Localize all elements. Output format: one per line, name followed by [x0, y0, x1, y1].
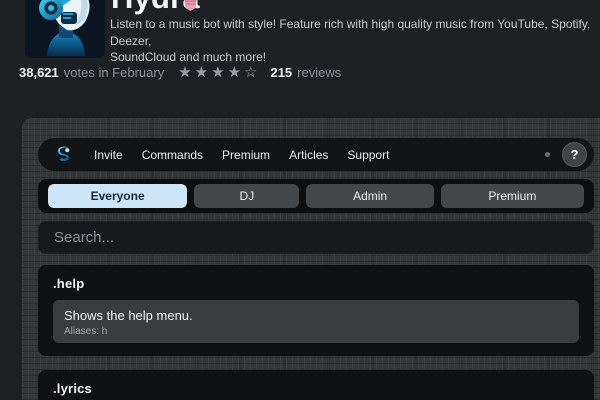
command-name: .help: [53, 276, 579, 291]
star-icon: ☆: [244, 64, 260, 81]
bot-avatar: [25, 0, 105, 58]
stats-row: 38,621 votes in February ★★★★☆ 215 revie…: [19, 62, 346, 82]
nav-item-commands[interactable]: Commands: [142, 148, 203, 162]
help-button[interactable]: ?: [562, 142, 587, 167]
reviews-count: 215: [270, 65, 292, 80]
votes-count: 38,621: [19, 65, 59, 80]
certified-badge-icon: [183, 0, 198, 11]
bot-listing-page: Hydra Listen to a music bot with style! …: [0, 0, 600, 400]
commands-panel: Invite Commands Premium Articles Support…: [22, 118, 600, 400]
reviews-label: reviews: [297, 65, 341, 80]
command-description: Shows the help menu.: [64, 307, 568, 325]
tab-everyone[interactable]: Everyone: [48, 184, 187, 208]
nav-item-support[interactable]: Support: [347, 148, 389, 162]
star-rating: ★★★★☆: [178, 65, 260, 80]
description-line: Listen to a music bot with style! Featur…: [110, 16, 596, 49]
star-icon: ★: [195, 64, 211, 81]
command-card-help: .help Shows the help menu. Aliases: h: [38, 265, 594, 356]
status-dot: [545, 152, 550, 157]
tab-dj[interactable]: DJ: [194, 184, 299, 208]
command-detail-box: Shows the help menu. Aliases: h: [53, 300, 579, 343]
star-icon: ★: [211, 64, 227, 81]
star-icon: ★: [228, 64, 244, 81]
nav-item-premium[interactable]: Premium: [222, 148, 270, 162]
command-name: .lyrics: [53, 381, 579, 396]
votes-label: votes in February: [64, 65, 164, 80]
tab-admin[interactable]: Admin: [306, 184, 433, 208]
star-icon: ★: [178, 64, 194, 81]
command-card-lyrics: .lyrics Shows lyrics for the currently p…: [38, 370, 594, 400]
nav-item-invite[interactable]: Invite: [94, 148, 123, 162]
command-search: [38, 221, 594, 254]
tab-premium[interactable]: Premium: [441, 184, 584, 208]
nav-item-articles[interactable]: Articles: [289, 148, 328, 162]
robot-avatar-image: [25, 0, 105, 58]
panel-navbar: Invite Commands Premium Articles Support…: [38, 138, 594, 171]
command-aliases: Aliases: h: [64, 326, 568, 338]
hydra-logo-icon[interactable]: [56, 146, 73, 163]
bot-description: Listen to a music bot with style! Featur…: [110, 16, 596, 66]
permission-tabs: Everyone DJ Admin Premium: [38, 179, 594, 213]
search-input[interactable]: [38, 221, 594, 254]
